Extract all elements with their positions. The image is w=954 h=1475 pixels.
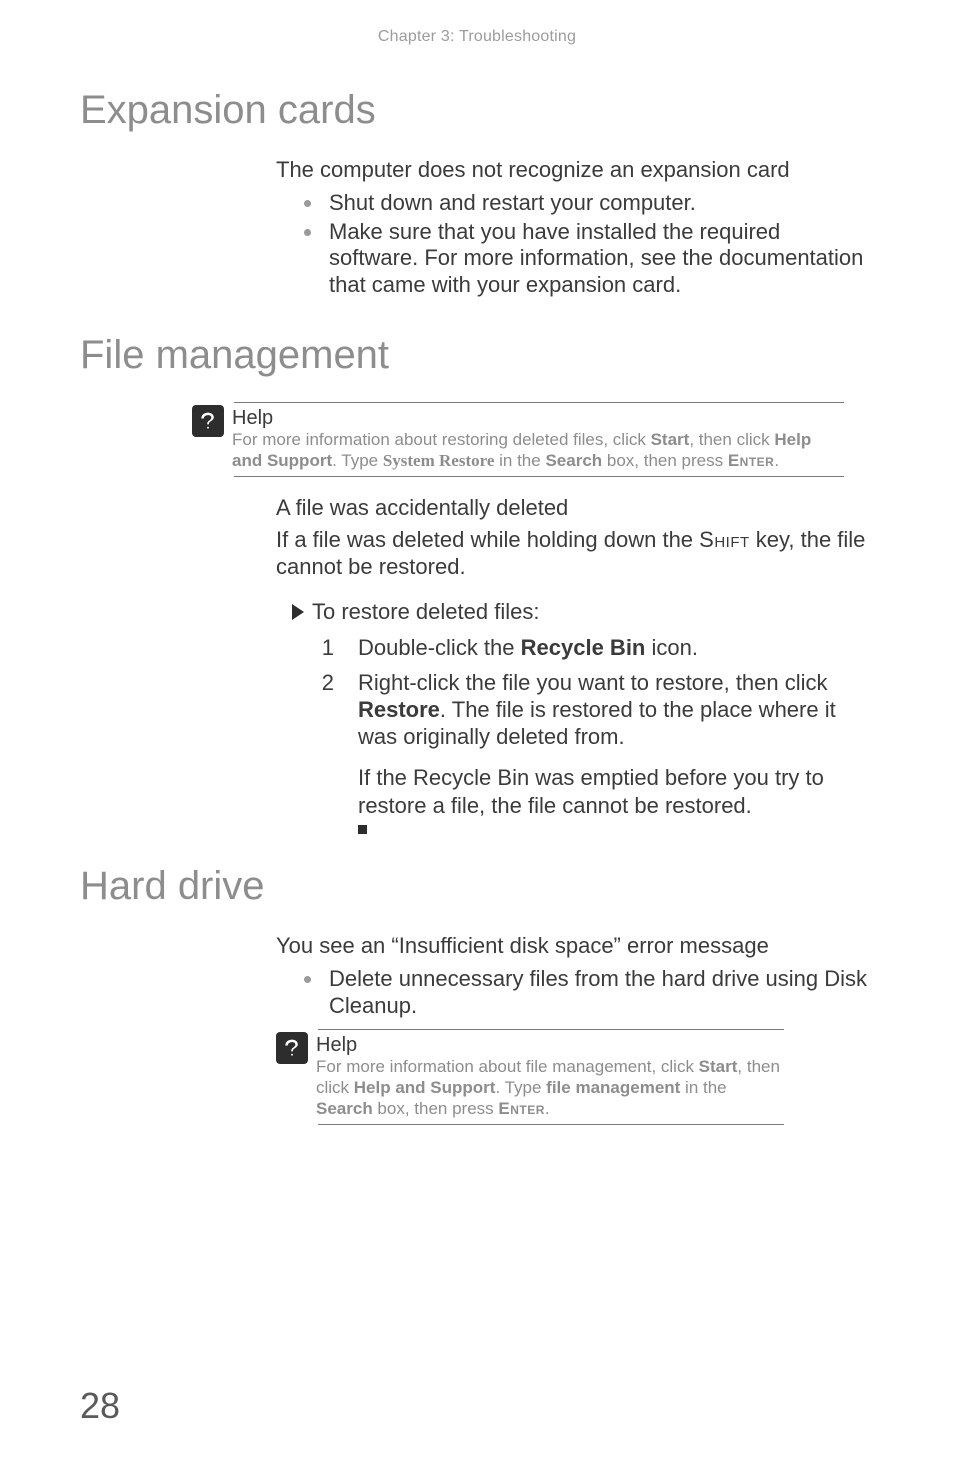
page-number: 28 [80, 1385, 120, 1427]
expansion-bullets: Shut down and restart your computer. Mak… [276, 190, 874, 299]
help-question-icon [276, 1032, 308, 1064]
step-text: Right-click the file you want to restore… [358, 670, 874, 750]
help-body: For more information about restoring del… [232, 430, 844, 471]
divider [318, 1124, 784, 1125]
bullet-text: Delete unnecessary files from the hard d… [329, 966, 874, 1020]
bullet-text: Make sure that you have installed the re… [329, 219, 874, 299]
help-question-icon [192, 405, 224, 437]
heading-hard-drive: Hard drive [80, 864, 874, 909]
divider [234, 476, 844, 477]
bullet-icon [304, 229, 311, 236]
help-text: Help For more information about restorin… [232, 407, 844, 471]
help-callout: Help For more information about file man… [276, 1029, 784, 1124]
heading-file-management: File management [80, 333, 874, 378]
heading-expansion-cards: Expansion cards [80, 88, 874, 133]
bullet-icon [304, 200, 311, 207]
expansion-block: The computer does not recognize an expan… [276, 157, 874, 299]
harddrive-block: You see an “Insufficient disk space” err… [276, 933, 874, 1019]
help-text: Help For more information about file man… [316, 1034, 784, 1119]
divider [318, 1029, 784, 1030]
steps-heading: To restore deleted files: [276, 599, 874, 625]
list-item: Delete unnecessary files from the hard d… [276, 966, 874, 1020]
steps-list: 1 Double-click the Recycle Bin icon. 2 R… [316, 635, 874, 750]
bullet-icon [304, 976, 311, 983]
help-callout: Help For more information about restorin… [192, 402, 844, 476]
triangle-icon [292, 604, 304, 620]
filemgmt-block: A file was accidentally deleted If a fil… [276, 495, 874, 834]
help-body: For more information about file manageme… [316, 1057, 784, 1119]
step-number: 2 [316, 670, 334, 750]
bullet-text: Shut down and restart your computer. [329, 190, 696, 217]
help-title: Help [232, 407, 844, 430]
step-tail-note: If the Recycle Bin was emptied before yo… [358, 764, 874, 819]
end-of-procedure-icon [358, 825, 367, 834]
harddrive-bullets: Delete unnecessary files from the hard d… [276, 966, 874, 1020]
steps-heading-text: To restore deleted files: [312, 599, 539, 625]
harddrive-subhead: You see an “Insufficient disk space” err… [276, 933, 874, 960]
help-title: Help [316, 1034, 784, 1057]
list-item: 1 Double-click the Recycle Bin icon. [316, 635, 874, 662]
step-number: 1 [316, 635, 334, 662]
expansion-subhead: The computer does not recognize an expan… [276, 157, 874, 184]
list-item: Shut down and restart your computer. [276, 190, 874, 217]
divider [234, 402, 844, 403]
step-text: Double-click the Recycle Bin icon. [358, 635, 698, 662]
list-item: 2 Right-click the file you want to resto… [316, 670, 874, 750]
filemgmt-body: If a file was deleted while holding down… [276, 527, 874, 581]
running-head: Chapter 3: Troubleshooting [80, 0, 874, 46]
filemgmt-subhead: A file was accidentally deleted [276, 495, 874, 522]
list-item: Make sure that you have installed the re… [276, 219, 874, 299]
page: Chapter 3: Troubleshooting Expansion car… [0, 0, 954, 1475]
